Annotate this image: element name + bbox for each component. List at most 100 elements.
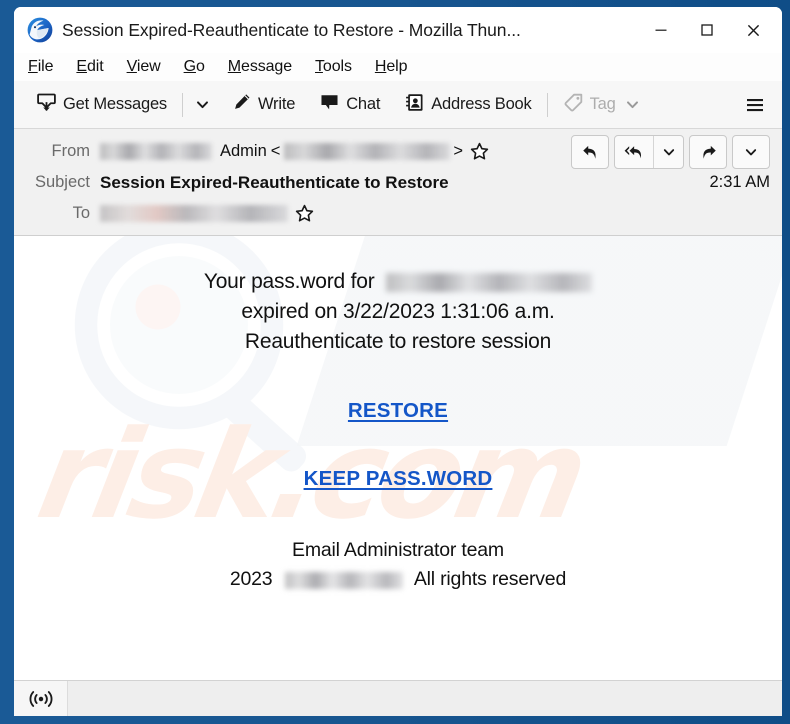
menu-item-file[interactable]: File	[28, 58, 54, 76]
menu-item-file-rest: ile	[37, 58, 54, 75]
title-bar: Session Expired-Reauthenticate to Restor…	[14, 7, 782, 53]
connection-status-button[interactable]	[14, 681, 68, 716]
write-label: Write	[257, 95, 296, 113]
menu-item-go[interactable]: Go	[184, 58, 205, 76]
from-address-redacted	[284, 143, 451, 160]
menu-item-edit[interactable]: Edit	[76, 58, 103, 76]
broadcast-connection-icon	[29, 690, 52, 707]
maximize-icon	[701, 24, 713, 36]
restore-link[interactable]: RESTORE	[348, 399, 448, 423]
reply-all-dropdown-button[interactable]	[653, 136, 683, 168]
chat-button[interactable]: Chat	[311, 88, 388, 122]
maximize-button[interactable]	[684, 7, 730, 53]
more-actions-button[interactable]	[732, 135, 770, 169]
tag-label: Tag	[589, 95, 616, 113]
address-book-button[interactable]: Address Book	[396, 88, 539, 122]
menu-item-help[interactable]: Help	[375, 58, 408, 76]
write-button[interactable]: Write	[224, 88, 303, 122]
message-body: risk.com Your pass.word for expired on 3…	[14, 236, 782, 680]
chevron-down-icon	[197, 101, 209, 109]
window-frame: Session Expired-Reauthenticate to Restor…	[0, 0, 790, 724]
keep-password-link-row: KEEP PASS.WORD	[14, 467, 782, 491]
to-row: To	[14, 198, 782, 229]
star-outline-icon	[470, 142, 489, 160]
toolbar-separator-2	[546, 92, 548, 117]
footer-line-1: Email Administrator team	[292, 539, 504, 562]
chat-label: Chat	[346, 95, 381, 113]
tag-chevron-down-icon[interactable]	[625, 97, 640, 112]
toolbar-separator-1	[181, 92, 183, 117]
window-body: Session Expired-Reauthenticate to Restor…	[14, 7, 782, 716]
footer-year: 2023	[229, 568, 273, 591]
reply-all-icon	[624, 145, 641, 158]
speech-bubble-icon	[319, 92, 340, 118]
from-sender-redacted	[100, 143, 212, 160]
restore-link-row: RESTORE	[14, 399, 782, 423]
message-time: 2:31 AM	[709, 173, 770, 191]
from-bracket-open: <	[270, 142, 281, 160]
to-label: To	[72, 204, 90, 222]
tag-button[interactable]: Tag	[555, 88, 648, 122]
reply-all-button[interactable]	[615, 136, 653, 168]
footer-line-2: 2023 All rights reserved	[14, 565, 782, 594]
from-name: Admin	[220, 142, 267, 160]
body-line-1: Your pass.word for	[14, 267, 782, 297]
message-header: From Admin < > Subject Session Expired-R…	[14, 129, 782, 236]
download-inbox-icon	[36, 92, 57, 118]
forward-button[interactable]	[689, 135, 727, 169]
menu-item-message[interactable]: Message	[228, 58, 292, 76]
address-book-label: Address Book	[431, 95, 532, 113]
from-star-button[interactable]	[470, 142, 489, 161]
pencil-icon	[232, 92, 252, 117]
toolbar: Get Messages Write Chat Address Book Tag	[14, 81, 782, 129]
hamburger-menu-button[interactable]	[738, 88, 772, 122]
footer-domain-redacted	[284, 571, 403, 589]
subject-row: Subject Session Expired-Reauthenticate t…	[14, 167, 782, 198]
menu-item-view[interactable]: View	[127, 58, 161, 76]
keep-password-link[interactable]: KEEP PASS.WORD	[304, 467, 493, 491]
minimize-button[interactable]	[638, 7, 684, 53]
message-footer: Email Administrator team 2023 All rights…	[14, 536, 782, 595]
reply-all-split-button	[614, 135, 684, 169]
reply-icon	[582, 145, 596, 159]
tag-icon	[563, 92, 584, 118]
menu-item-edit-rest: dit	[86, 58, 104, 75]
address-book-icon	[404, 92, 425, 118]
subject-label: Subject	[34, 173, 90, 191]
chevron-down-icon	[745, 149, 757, 156]
to-star-button[interactable]	[295, 204, 314, 223]
hamburger-menu-icon	[747, 98, 763, 111]
menu-item-view-rest: iew	[136, 58, 161, 75]
window-controls	[638, 7, 782, 53]
footer-rights: All rights reserved	[413, 568, 567, 591]
menu-item-message-rest: essage	[241, 58, 293, 75]
subject-value: Session Expired-Reauthenticate to Restor…	[100, 172, 449, 192]
get-messages-label: Get Messages	[63, 95, 167, 113]
window-title: Session Expired-Reauthenticate to Restor…	[62, 19, 521, 40]
body-recipient-redacted	[386, 272, 593, 292]
star-outline-icon	[295, 204, 314, 222]
body-line-1-prefix: Your pass.word for	[203, 270, 375, 293]
menu-item-go-rest: o	[195, 58, 205, 75]
message-body-content: Your pass.word for expired on 3/22/2023 …	[14, 236, 782, 595]
from-label: From	[51, 142, 91, 160]
get-messages-dropdown-button[interactable]	[190, 89, 216, 121]
close-icon	[747, 24, 759, 36]
menu-item-tools[interactable]: Tools	[315, 58, 352, 76]
status-bar	[14, 680, 782, 716]
menu-bar: File Edit View Go Message Tools Help	[14, 53, 782, 81]
close-button[interactable]	[730, 7, 776, 53]
menu-item-tools-rest: ools	[322, 58, 352, 75]
minimize-icon	[655, 29, 667, 31]
body-line-2: expired on 3/22/2023 1:31:06 a.m.	[241, 300, 555, 324]
from-bracket-close: >	[453, 142, 464, 160]
get-messages-button[interactable]: Get Messages	[28, 88, 175, 122]
to-address-redacted	[100, 205, 288, 222]
thunderbird-logo-icon	[27, 17, 53, 43]
menu-item-help-rest: elp	[386, 58, 408, 75]
reply-button[interactable]	[571, 135, 609, 169]
message-actions-group	[571, 135, 770, 169]
forward-icon	[702, 145, 716, 159]
chevron-down-icon	[663, 149, 674, 156]
to-value	[100, 204, 770, 223]
